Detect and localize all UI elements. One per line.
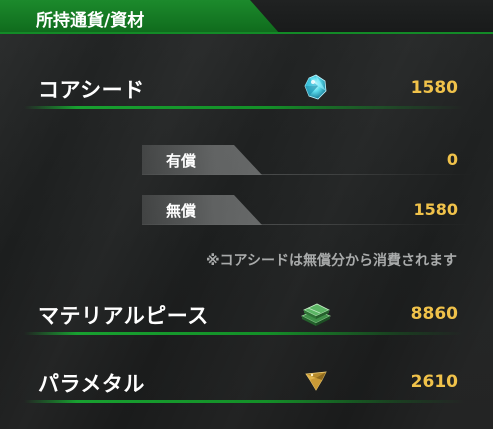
consumption-note: ※コアシードは無償分から消費されます xyxy=(205,253,457,269)
title-underline xyxy=(0,32,493,34)
panel-title: 所持通貨/資材 xyxy=(36,11,145,31)
material-piece-stack-icon xyxy=(301,303,331,326)
currency-panel: 所持通貨/資材 コアシード 1580 有償 0 無償 1580 ※コアシードは無… xyxy=(0,0,493,429)
row-underline xyxy=(24,106,464,109)
currency-row-core-seed: コアシード 1580 xyxy=(0,70,493,110)
currency-label: パラメタル xyxy=(38,372,145,396)
row-underline xyxy=(24,332,464,335)
breakdown-tag xyxy=(142,145,262,175)
row-underline xyxy=(24,400,464,403)
breakdown-value: 0 xyxy=(446,150,458,169)
currency-label: コアシード xyxy=(38,78,145,102)
currency-value: 2610 xyxy=(410,372,458,392)
core-seed-crystal-icon xyxy=(304,74,327,100)
breakdown-label: 無償 xyxy=(166,202,197,220)
currency-row-parametal: パラメタル 2610 xyxy=(0,364,493,404)
breakdown-label: 有償 xyxy=(166,152,197,170)
currency-label: マテリアルピース xyxy=(38,304,209,328)
breakdown-line xyxy=(142,174,472,175)
breakdown-tag xyxy=(142,195,262,225)
breakdown-row-paid: 有償 0 xyxy=(0,145,493,175)
currency-row-material-piece: マテリアルピース 8860 xyxy=(0,296,493,336)
breakdown-value: 1580 xyxy=(413,200,458,219)
parametal-ore-icon xyxy=(305,371,327,391)
title-bar: 所持通貨/資材 xyxy=(0,0,493,34)
currency-value: 1580 xyxy=(410,78,458,98)
breakdown-line xyxy=(142,224,472,225)
breakdown-row-free: 無償 1580 xyxy=(0,195,493,225)
currency-value: 8860 xyxy=(410,304,458,324)
